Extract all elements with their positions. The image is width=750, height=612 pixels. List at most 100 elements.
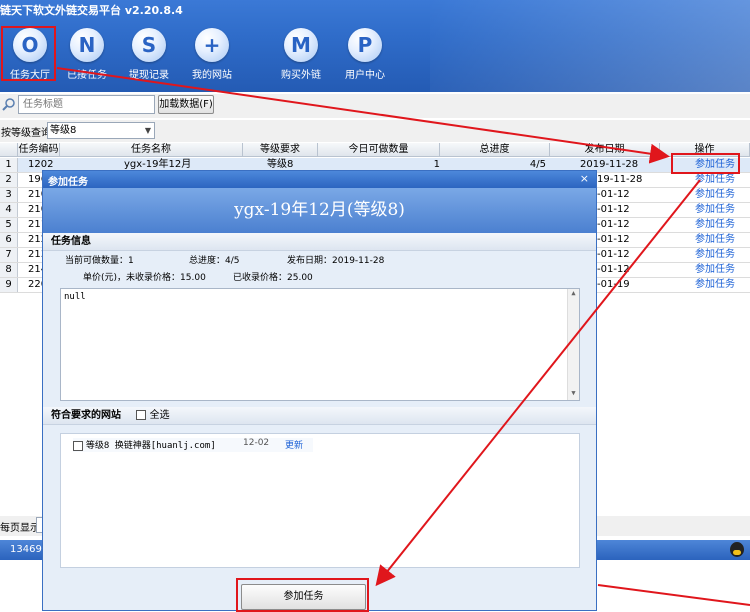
- task-content-text: null: [64, 292, 86, 302]
- row-number: 8: [0, 263, 18, 277]
- progress-value: 4/5: [225, 256, 240, 266]
- task-hall-highlight-box: [1, 26, 56, 81]
- my-sites-icon: +: [195, 28, 229, 62]
- task-date: -01-12: [597, 264, 630, 275]
- toolbar-decoration: [430, 0, 750, 92]
- buy-links-icon: M: [284, 28, 318, 62]
- checkbox-icon: [136, 410, 147, 420]
- unindexed-price-value: 15.00: [180, 273, 206, 283]
- task-date: -01-12: [597, 204, 630, 215]
- join-task-link[interactable]: 参加任务: [695, 263, 745, 277]
- task-title-search-input[interactable]: [18, 95, 155, 114]
- grid-header-progress[interactable]: 总进度: [440, 143, 550, 157]
- toolbar-button-user-center[interactable]: P 用户中心: [335, 28, 395, 81]
- task-code: 212: [28, 234, 42, 245]
- publish-date-value: 2019-11-28: [332, 256, 385, 266]
- grid-header-level[interactable]: 等级要求: [243, 143, 318, 157]
- task-code: 220: [28, 279, 42, 290]
- row-number: 3: [0, 188, 18, 202]
- grid-header-corner: [0, 143, 18, 157]
- grid-header-today[interactable]: 今日可做数量: [318, 143, 440, 157]
- dialog-heading: ygx-19年12月(等级8): [43, 188, 596, 233]
- task-info-section-title: 任务信息: [43, 233, 596, 251]
- arrow-offscreen: [597, 584, 750, 606]
- row-number: 1: [0, 158, 18, 172]
- task-date: 19-11-28: [597, 174, 643, 185]
- dialog-titlebar: 参加任务 ×: [43, 171, 596, 188]
- toolbar-button-accepted-tasks[interactable]: N 已接任务: [57, 28, 117, 81]
- load-data-button[interactable]: 加载数据(F): [158, 95, 214, 114]
- qq-icon[interactable]: [730, 542, 744, 557]
- select-all-checkbox[interactable]: 全选: [136, 410, 170, 421]
- grid-header-date[interactable]: 发布日期: [550, 143, 660, 157]
- task-date: -01-12: [597, 249, 630, 260]
- user-center-icon: P: [348, 28, 382, 62]
- content-scrollbar[interactable]: ▲ ▼: [567, 289, 579, 400]
- toolbar-button-buy-links[interactable]: M 购买外链: [271, 28, 331, 81]
- top-toolbar: 链天下软文外链交易平台 v2.20.8.4 O 任务大厅 N 已接任务 S 提现…: [0, 0, 750, 92]
- search-icon: [2, 98, 15, 111]
- task-content-textarea[interactable]: null ▲ ▼: [60, 288, 580, 401]
- today-count-label: 当前可做数量：: [65, 256, 129, 266]
- accepted-tasks-icon: N: [70, 28, 104, 62]
- level-filter-value: 等级8: [50, 125, 77, 136]
- join-task-link[interactable]: 参加任务: [695, 233, 745, 247]
- task-date: -01-12: [597, 189, 630, 200]
- task-code: 210: [28, 204, 42, 215]
- toolbar-label: 购买外链: [281, 70, 321, 81]
- chevron-down-icon: ▼: [144, 126, 151, 135]
- site-date: 12-02: [243, 438, 270, 448]
- indexed-price-value: 25.00: [287, 273, 313, 283]
- list-item[interactable]: 等级8 换链神器[huanlj.com] 12-02 更新: [73, 438, 313, 452]
- submit-highlight-box: [236, 578, 369, 612]
- indexed-price-info: 已收录价格：25.00: [233, 270, 313, 283]
- grid-header-name[interactable]: 任务名称: [60, 143, 243, 157]
- site-name: 等级8 换链神器[huanlj.com]: [85, 441, 216, 451]
- task-code: 210: [28, 189, 42, 200]
- task-date: -01-12: [597, 219, 630, 230]
- scroll-down-icon[interactable]: ▼: [568, 389, 579, 400]
- join-task-dialog: 参加任务 × ygx-19年12月(等级8) 任务信息 当前可做数量：1 总进度…: [42, 170, 597, 611]
- join-task-link[interactable]: 参加任务: [695, 278, 745, 292]
- filter-row: 按等级查询 等级8 ▼: [0, 120, 750, 142]
- toolbar-label: 我的网站: [192, 70, 232, 81]
- indexed-price-label: 已收录价格：: [233, 273, 288, 283]
- join-task-link[interactable]: 参加任务: [695, 218, 745, 232]
- level-filter-label: 按等级查询: [1, 128, 51, 139]
- task-code: 214: [28, 264, 42, 275]
- publish-date-info: 发布日期：2019-11-28: [287, 253, 384, 266]
- level-filter-select[interactable]: 等级8 ▼: [47, 122, 155, 139]
- price-info: 单价(元)，未收录价格：15.00: [83, 270, 206, 283]
- select-all-label: 全选: [149, 410, 170, 421]
- join-task-highlight-box: [671, 153, 740, 174]
- join-task-link[interactable]: 参加任务: [695, 173, 745, 187]
- withdraw-record-icon: S: [132, 28, 166, 62]
- task-date: -01-19: [597, 279, 630, 290]
- row-number: 5: [0, 218, 18, 232]
- join-task-link[interactable]: 参加任务: [695, 188, 745, 202]
- sites-list: 等级8 换链神器[huanlj.com] 12-02 更新: [60, 433, 580, 568]
- task-code: 213: [28, 249, 42, 260]
- publish-date-label: 发布日期：: [287, 256, 333, 266]
- dialog-title: 参加任务: [48, 177, 88, 188]
- join-task-link[interactable]: 参加任务: [695, 203, 745, 217]
- site-checkbox[interactable]: [73, 440, 83, 451]
- matching-sites-section: 符合要求的网站 全选: [43, 407, 596, 425]
- close-icon[interactable]: ×: [580, 172, 589, 185]
- toolbar-button-withdraw-record[interactable]: S 提现记录: [119, 28, 179, 81]
- progress-info: 总进度：4/5: [189, 253, 240, 266]
- matching-sites-title: 符合要求的网站: [51, 410, 121, 421]
- join-task-link[interactable]: 参加任务: [695, 248, 745, 262]
- toolbar-button-my-sites[interactable]: + 我的网站: [182, 28, 242, 81]
- row-number: 4: [0, 203, 18, 217]
- task-date: -01-12: [597, 234, 630, 245]
- today-count-value: 1: [128, 256, 134, 266]
- unindexed-price-label: 单价(元)，未收录价格：: [83, 273, 181, 283]
- task-code: 211: [28, 219, 42, 230]
- site-update-link[interactable]: 更新: [285, 438, 303, 451]
- grid-header-code[interactable]: 任务编码: [18, 143, 60, 157]
- row-number: 6: [0, 233, 18, 247]
- app-title: 链天下软文外链交易平台 v2.20.8.4: [0, 4, 183, 17]
- progress-label: 总进度：: [189, 256, 226, 266]
- scroll-up-icon[interactable]: ▲: [568, 289, 579, 300]
